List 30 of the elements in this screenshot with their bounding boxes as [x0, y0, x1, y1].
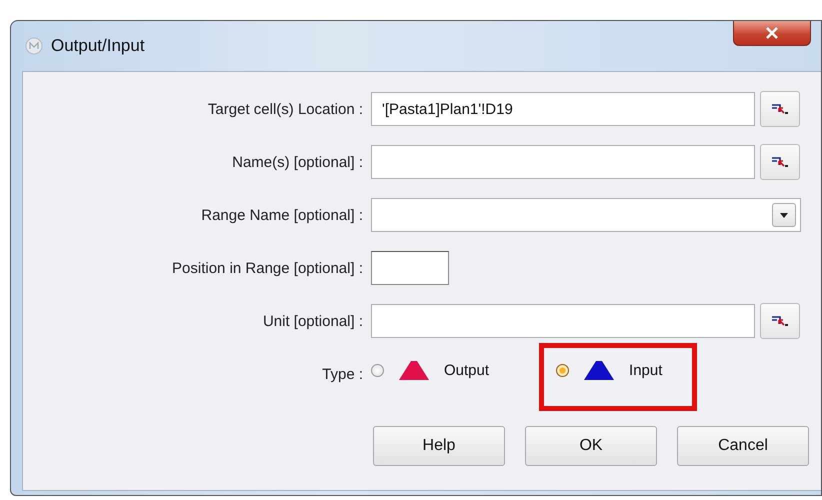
field-label: Position in Range [optional] :: [171, 260, 363, 276]
radio-label: Output: [444, 362, 490, 378]
window-title: Output/Input: [51, 36, 145, 56]
dropdown-field[interactable]: [371, 198, 801, 232]
cell-picker-icon: [771, 103, 789, 115]
dialog-button[interactable]: Cancel: [677, 426, 809, 466]
input-field[interactable]: '[Pasta1]Plan1'!D19: [371, 92, 755, 126]
dialog-button[interactable]: OK: [525, 426, 657, 466]
field-label: Name(s) [optional] :: [231, 154, 363, 170]
radio-button[interactable]: [371, 364, 384, 376]
type-label: Type :: [321, 365, 363, 383]
cell-picker-button[interactable]: [760, 303, 800, 339]
close-icon: [765, 27, 779, 39]
radio-button[interactable]: [556, 364, 570, 376]
field-label: Target cell(s) Location :: [206, 100, 363, 118]
cell-picker-button[interactable]: [760, 144, 800, 180]
close-button[interactable]: [733, 21, 811, 46]
app-icon: [25, 37, 43, 55]
field-label: Range Name [optional] :: [200, 206, 363, 224]
input-field[interactable]: [371, 304, 755, 338]
caret-icon: [780, 212, 788, 218]
input-field[interactable]: [371, 145, 755, 179]
dropdown-button[interactable]: [772, 203, 796, 227]
input-field[interactable]: [371, 251, 449, 285]
cell-picker-icon: [771, 315, 789, 327]
dialog-button[interactable]: Help: [373, 426, 505, 466]
cell-picker-button[interactable]: [760, 91, 800, 127]
cell-picker-icon: [771, 156, 789, 168]
radio-label: Input: [629, 362, 662, 378]
field-label: Unit [optional] :: [262, 312, 363, 330]
